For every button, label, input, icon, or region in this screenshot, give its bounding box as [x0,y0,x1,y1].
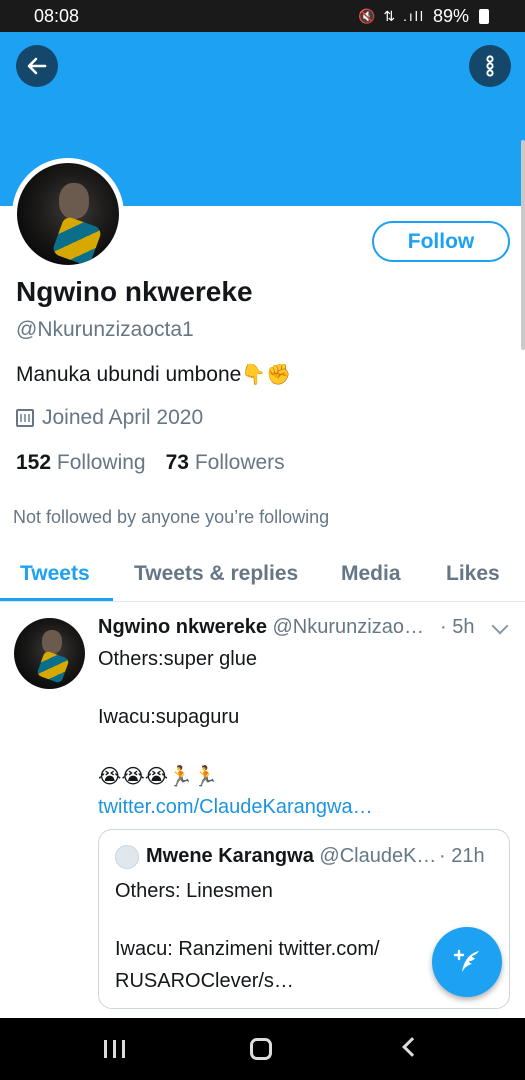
follow-stats: 152 Following 73 Followers [16,451,285,475]
profile-display-name: Ngwino nkwereke [16,276,253,307]
following-count: 152 [16,451,52,474]
quoted-avatar [115,845,139,869]
tweet-avatar[interactable] [14,618,85,689]
back-icon[interactable] [402,1037,422,1057]
tweet-author-name[interactable]: Ngwino nkwereke [98,616,267,638]
compose-tweet-icon [453,949,479,972]
arrow-left-icon [27,57,47,75]
profile-handle: @Nkurunzizaocta1 [16,318,194,341]
quoted-header: Mwene Karangwa @ClaudeK… [146,845,436,868]
tab-likes[interactable]: Likes [446,562,500,586]
followers-link[interactable]: 73 Followers [166,451,285,474]
tweet-author-handle[interactable]: @Nkurunzizao… [273,616,424,638]
more-options-button[interactable] [469,45,511,87]
tweet-time: · 5h [440,616,475,638]
profile-tabs: Tweets Tweets & replies Media Likes [0,548,525,602]
bio-emoji: 👇✊ [241,364,292,386]
home-icon[interactable] [250,1038,272,1060]
status-bar: 08:08 🔇 ⇅ .ıll 89% [0,0,525,32]
tab-tweets[interactable]: Tweets [20,562,90,586]
vertical-dots-icon [486,55,494,77]
tab-tweets-replies[interactable]: Tweets & replies [134,562,298,586]
tweet-link[interactable]: twitter.com/ClaudeKarangwa… [98,796,373,819]
followers-label: Followers [194,451,285,474]
following-link[interactable]: 152 Following [16,451,146,474]
quoted-text-line: RUSAROClever/s… [115,970,294,992]
battery-icon [479,9,489,24]
bio-text: Manuka ubundi umbone [16,363,242,386]
status-icons: 🔇 ⇅ .ıll [358,8,425,24]
avatar-shirt [36,650,70,684]
quoted-text-line: Iwacu: Ranzimeni twitter.com/ [115,938,380,960]
profile-avatar[interactable] [12,158,124,270]
compose-tweet-button[interactable] [432,927,502,997]
avatar-shirt [51,215,103,265]
tweet-text-line: Others:super glue [98,648,257,670]
recents-icon[interactable] [104,1040,125,1058]
scroll-indicator[interactable] [521,140,525,350]
status-indicators: 🔇 ⇅ .ıll 89% [358,6,489,27]
joined-date: Joined April 2020 [16,406,203,430]
quoted-time: · 21h [439,845,485,867]
tab-media[interactable]: Media [341,562,401,586]
joined-text: Joined April 2020 [42,406,204,429]
status-time: 08:08 [34,6,80,26]
profile-bio: Manuka ubundi umbone👇✊ [16,362,291,387]
followers-count: 73 [165,451,189,474]
calendar-icon [16,409,34,427]
avatar-face [42,630,62,654]
tweet-text-line: Iwacu:supaguru [98,706,240,728]
avatar-face [59,183,89,219]
battery-level: 89% [432,6,469,26]
system-nav-bar [0,1018,525,1080]
back-button[interactable] [16,45,58,87]
quoted-text-line: Others: Linesmen [115,880,273,902]
following-label: Following [56,451,146,474]
quoted-author-handle: @ClaudeK… [319,845,436,867]
tweet-emojis: 😭😭😭🏃🏃 [98,766,218,788]
quoted-author-name: Mwene Karangwa [146,845,314,867]
active-tab-indicator [0,598,113,601]
follow-button[interactable]: Follow [372,221,510,262]
not-followed-note: Not followed by anyone you’re following [13,507,330,527]
